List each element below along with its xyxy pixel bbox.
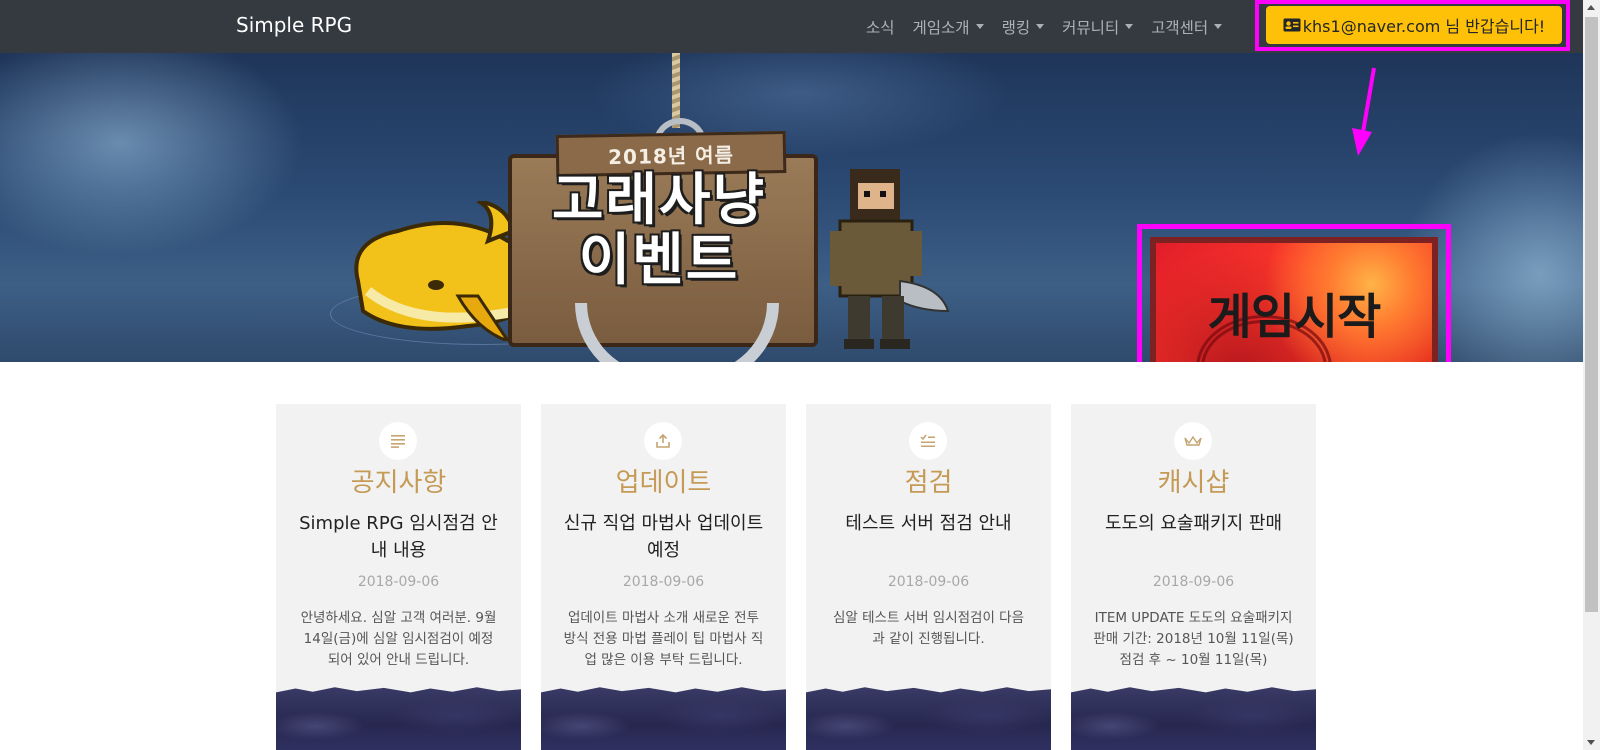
nav-item-label: 랭킹 xyxy=(1001,18,1031,37)
scrollbar-thumb[interactable] xyxy=(1585,17,1598,612)
news-card-update[interactable]: 업데이트 신규 직업 마법사 업데이트 예정 2018-09-06 업데이트 마… xyxy=(541,404,786,750)
scroll-up-arrow-icon[interactable] xyxy=(1587,5,1595,10)
nav-item-label: 소식 xyxy=(866,18,895,37)
news-card-cashshop[interactable]: 캐시샵 도도의 요술패키지 판매 2018-09-06 ITEM UPDATE … xyxy=(1071,404,1316,750)
nav-item-community[interactable]: 커뮤니티 xyxy=(1062,16,1134,38)
nav-item-ranking[interactable]: 랭킹 xyxy=(1002,16,1045,38)
annotation-arrow-icon xyxy=(1352,67,1376,156)
nav-item-news[interactable]: 소식 xyxy=(866,16,895,38)
nav-item-label: 커뮤니티 xyxy=(1062,18,1120,37)
card-date: 2018-09-06 xyxy=(1152,574,1235,590)
nav-item-customer-center[interactable]: 고객센터 xyxy=(1151,16,1223,38)
crown-icon xyxy=(1174,422,1212,460)
caret-down-icon xyxy=(1214,24,1223,29)
user-welcome-label: khs1@naver.com 님 반갑습니다! xyxy=(1302,17,1546,36)
nav-item-label: 게임소개 xyxy=(912,18,970,37)
caret-down-icon xyxy=(1125,24,1134,29)
event-title-line2: 이벤트 xyxy=(578,228,740,293)
pirate-character-illustration xyxy=(830,169,950,349)
caret-down-icon xyxy=(1036,24,1045,29)
card-title[interactable]: 신규 직업 마법사 업데이트 예정 xyxy=(563,510,764,564)
checklist-icon xyxy=(909,422,947,460)
card-title[interactable]: Simple RPG 임시점검 안내 내용 xyxy=(298,510,499,564)
card-excerpt: 심알 테스트 서버 임시점검이 다음과 같이 진행됩니다. xyxy=(832,610,1025,647)
rope-decoration xyxy=(672,53,680,128)
nav-item-label: 고객센터 xyxy=(1151,18,1209,37)
upload-icon xyxy=(644,422,682,460)
card-category: 공지사항 xyxy=(350,468,447,498)
brand-logo-link[interactable]: Simple RPG xyxy=(236,13,352,37)
list-icon xyxy=(379,422,417,460)
card-date: 2018-09-06 xyxy=(622,574,705,590)
event-title-line1: 고래사냥 xyxy=(551,168,767,233)
card-date: 2018-09-06 xyxy=(357,574,440,590)
card-excerpt: 안녕하세요. 심알 고객 여러분. 9월 14일(금)에 심알 임시점검이 예정… xyxy=(300,610,497,668)
event-title: 고래사냥 이벤트 xyxy=(508,171,810,291)
page-scrollbar[interactable] xyxy=(1583,0,1600,750)
card-excerpt: 업데이트 마법사 소개 새로운 전투 방식 전용 마법 플레이 팁 마법사 직업… xyxy=(563,610,764,668)
caret-down-icon xyxy=(975,24,984,29)
anchor-decoration xyxy=(575,303,779,362)
card-category: 업데이트 xyxy=(615,468,712,498)
event-hero-banner: 2018년 여름 고래사냥 이벤트 게임시작 xyxy=(0,53,1583,362)
card-category: 점검 xyxy=(904,468,953,498)
id-card-icon xyxy=(1283,18,1301,32)
card-footer-artwork xyxy=(541,687,786,750)
nav-item-game-intro[interactable]: 게임소개 xyxy=(913,16,984,38)
nav-menu: 소식 게임소개 랭킹 커뮤니티 고객센터 xyxy=(866,0,1223,53)
card-category: 캐시샵 xyxy=(1157,468,1230,498)
scroll-down-arrow-icon[interactable] xyxy=(1587,740,1595,745)
card-excerpt: ITEM UPDATE 도도의 요술패키지판매 기간: 2018년 10월 11… xyxy=(1093,610,1294,668)
card-footer-artwork xyxy=(806,687,1051,750)
card-date: 2018-09-06 xyxy=(887,574,970,590)
news-card-notice[interactable]: 공지사항 Simple RPG 임시점검 안내 내용 2018-09-06 안녕… xyxy=(276,404,521,750)
card-title[interactable]: 도도의 요술패키지 판매 xyxy=(1093,510,1294,537)
news-card-maintenance[interactable]: 점검 테스트 서버 점검 안내 2018-09-06 심알 테스트 서버 임시점… xyxy=(806,404,1051,750)
card-footer-artwork xyxy=(276,687,521,750)
card-footer-artwork xyxy=(1071,687,1316,750)
user-welcome-button[interactable]: khs1@naver.com 님 반갑습니다! xyxy=(1266,6,1562,44)
card-title[interactable]: 테스트 서버 점검 안내 xyxy=(828,510,1029,537)
game-start-label: 게임시작 xyxy=(1207,289,1382,345)
game-start-button[interactable]: 게임시작 xyxy=(1150,237,1438,362)
